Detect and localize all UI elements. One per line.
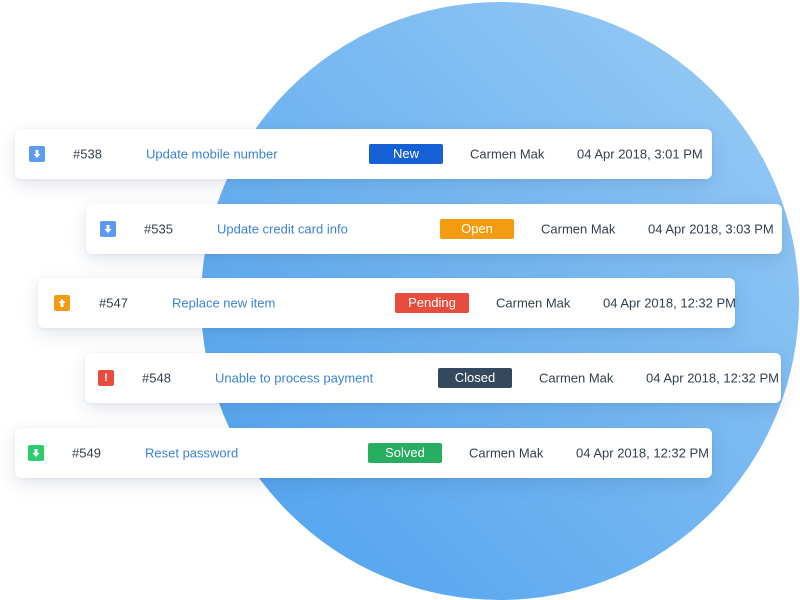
ticket-subject-link[interactable]: Reset password <box>145 446 238 461</box>
ticket-id: #547 <box>99 295 128 311</box>
arrow-down-icon <box>29 146 45 162</box>
ticket-subject-link[interactable]: Update credit card info <box>217 222 348 237</box>
ticket-date: 04 Apr 2018, 12:32 PM <box>646 370 779 386</box>
ticket-subject-link[interactable]: Replace new item <box>172 296 275 311</box>
ticket-row[interactable]: #535 Update credit card info Open Carmen… <box>86 204 782 254</box>
arrow-down-icon <box>100 221 116 237</box>
ticket-date: 04 Apr 2018, 12:32 PM <box>603 295 736 311</box>
ticket-date: 04 Apr 2018, 3:03 PM <box>648 221 774 237</box>
requester-name: Carmen Mak <box>541 221 616 237</box>
ticket-date: 04 Apr 2018, 3:01 PM <box>577 146 703 162</box>
ticket-subject-link[interactable]: Unable to process payment <box>215 371 373 386</box>
ticket-id: #538 <box>73 146 102 162</box>
ticket-row[interactable]: #549 Reset password Solved Carmen Mak 04… <box>15 428 712 478</box>
ticket-id: #549 <box>72 445 101 461</box>
status-badge: Pending <box>395 293 469 313</box>
ticket-id: #535 <box>144 221 173 237</box>
requester-name: Carmen Mak <box>539 370 614 386</box>
requester-name: Carmen Mak <box>496 295 571 311</box>
requester-name: Carmen Mak <box>469 445 544 461</box>
status-badge: Closed <box>438 368 512 388</box>
requester-name: Carmen Mak <box>470 146 545 162</box>
ticket-date: 04 Apr 2018, 12:32 PM <box>576 445 709 461</box>
ticket-showcase: #538 Update mobile number New Carmen Mak… <box>0 0 800 600</box>
ticket-id: #548 <box>142 370 171 386</box>
exclamation-icon: ! <box>98 370 114 386</box>
ticket-row[interactable]: #538 Update mobile number New Carmen Mak… <box>15 129 712 179</box>
arrow-down-icon <box>28 445 44 461</box>
ticket-subject-link[interactable]: Update mobile number <box>146 147 278 162</box>
status-badge: Open <box>440 219 514 239</box>
ticket-row[interactable]: #547 Replace new item Pending Carmen Mak… <box>38 278 736 328</box>
status-badge: New <box>369 144 443 164</box>
status-badge: Solved <box>368 443 442 463</box>
ticket-row[interactable]: ! #548 Unable to process payment Closed … <box>85 353 781 403</box>
arrow-up-icon <box>54 295 70 311</box>
